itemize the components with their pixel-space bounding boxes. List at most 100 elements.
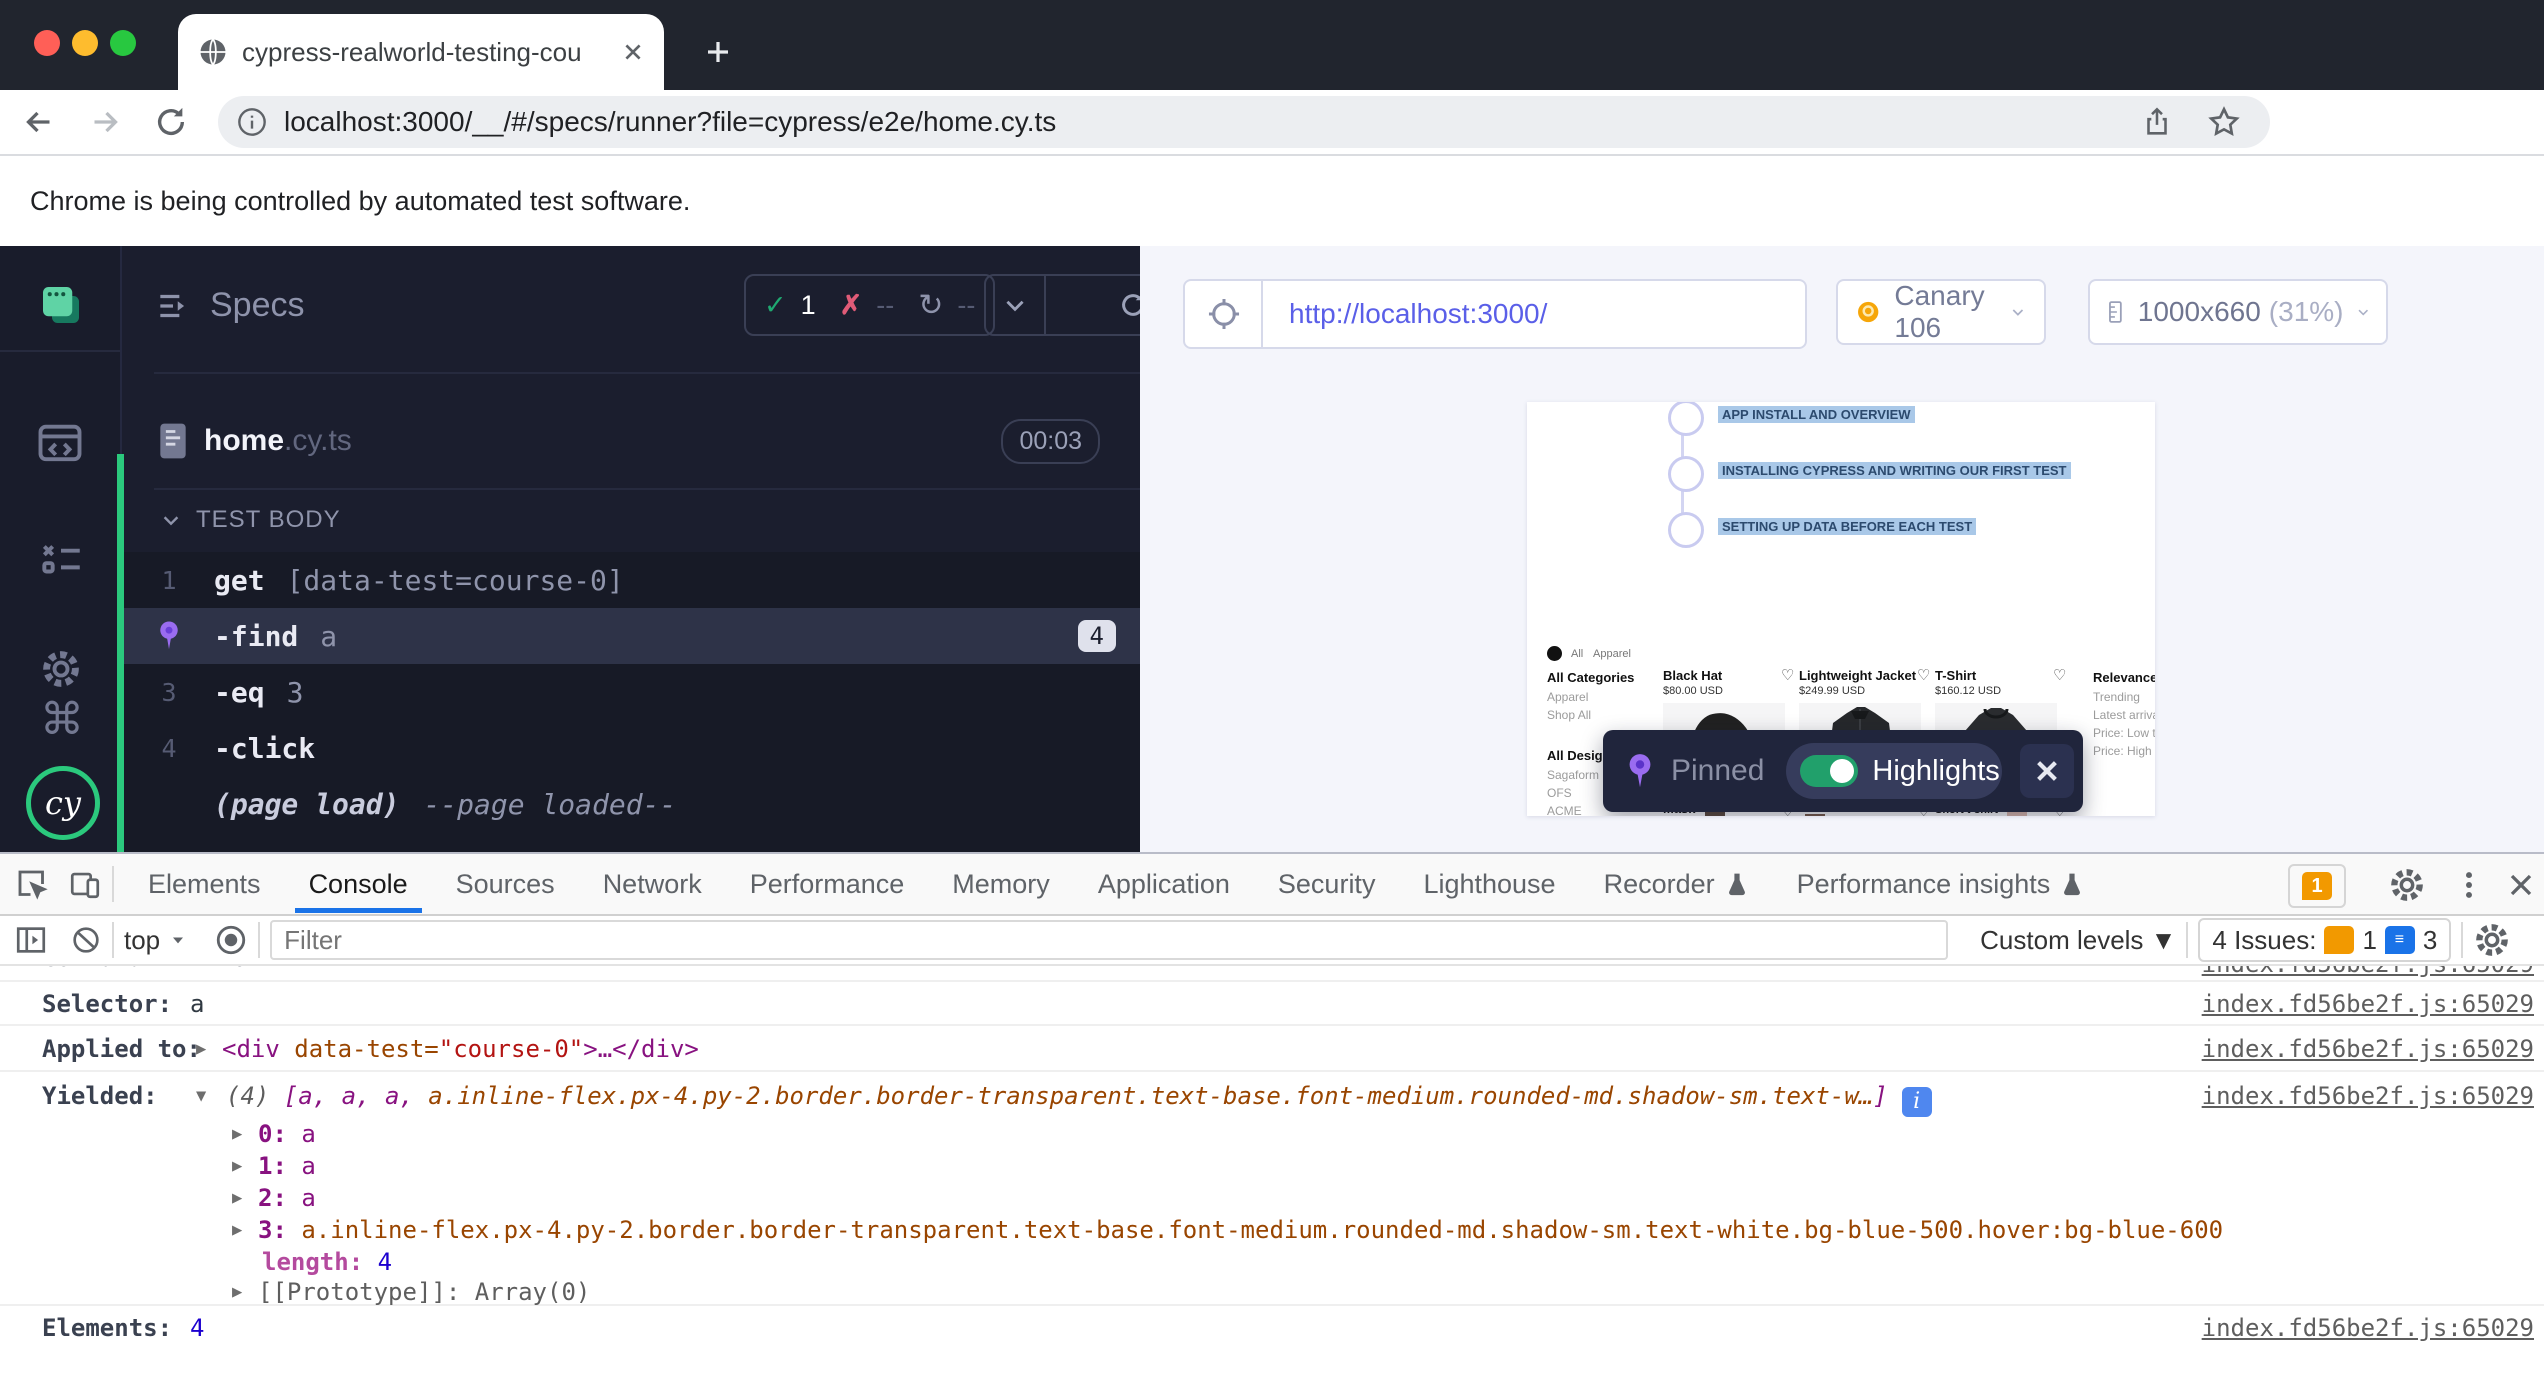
store-nav-all[interactable]: All (1571, 648, 1583, 660)
expand-arrow-icon[interactable]: ▶ (196, 1039, 206, 1059)
console-row-command-clipped[interactable]: Command: find index.fd56be2f.js:65029 (0, 966, 2544, 982)
site-info-icon[interactable] (236, 106, 268, 138)
specs-header[interactable]: Specs (154, 286, 305, 325)
console-settings-gear-icon[interactable] (2473, 921, 2511, 959)
share-icon[interactable] (2140, 105, 2174, 139)
live-expression-eye-icon[interactable] (214, 923, 248, 957)
designer-link[interactable]: OFS (1547, 786, 1572, 800)
devtools-close-icon[interactable] (2506, 870, 2536, 900)
tab-close-icon[interactable] (622, 41, 644, 63)
devtools-settings-gear-icon[interactable] (2388, 866, 2426, 904)
test-list-icon[interactable] (36, 534, 86, 584)
reload-button[interactable] (144, 95, 198, 149)
command-row-get[interactable]: 1 get [data-test=course-0] (124, 552, 1140, 608)
header-divider (154, 372, 1140, 374)
bookmark-star-icon[interactable] (2206, 104, 2242, 140)
viewport-select[interactable]: 1000x660 (31%) (2088, 279, 2388, 345)
tab-sources[interactable]: Sources (432, 855, 579, 913)
lesson-label[interactable]: SETTING UP DATA BEFORE EACH TEST (1718, 518, 1976, 535)
spec-file-row[interactable]: home.cy.ts 00:03 (124, 398, 1140, 484)
back-button[interactable] (12, 95, 66, 149)
wishlist-heart-icon[interactable]: ♡ (1917, 666, 1930, 684)
address-bar[interactable]: localhost:3000/__/#/specs/runner?file=cy… (218, 96, 2270, 148)
warnings-count-badge[interactable]: 1 (2288, 864, 2346, 908)
selector-playground-icon[interactable] (1205, 295, 1243, 333)
command-row-find-pinned[interactable]: -find a 4 (124, 608, 1140, 664)
expand-arrow-icon[interactable]: ▶ (232, 1282, 242, 1302)
category-link[interactable]: Apparel (1547, 690, 1588, 704)
window-minimize-button[interactable] (72, 30, 98, 56)
sort-link[interactable]: Price: High to low (2093, 744, 2155, 758)
collapse-arrow-icon[interactable]: ▼ (196, 1086, 206, 1106)
custom-levels-dropdown[interactable]: Custom levels ▼ (1980, 925, 2176, 956)
source-link[interactable]: index.fd56be2f.js:65029 (2202, 1314, 2534, 1342)
tab-performance-insights[interactable]: Performance insights (1773, 855, 2109, 913)
chevron-down-icon (2356, 301, 2371, 323)
info-icon[interactable]: i (1902, 1087, 1932, 1117)
devtools-menu-kebab-icon[interactable] (2452, 868, 2486, 902)
sort-link[interactable]: Trending (2093, 690, 2140, 704)
designer-link[interactable]: ACME (1547, 804, 1582, 816)
browser-select[interactable]: Canary 106 (1836, 279, 2046, 345)
issues-counter[interactable]: 4 Issues: 1 ≡ 3 (2198, 918, 2451, 962)
expand-arrow-icon[interactable]: ▶ (232, 1124, 242, 1144)
wishlist-heart-icon[interactable]: ♡ (1781, 666, 1794, 684)
context-selector[interactable]: top (124, 925, 160, 956)
lesson-label[interactable]: INSTALLING CYPRESS AND WRITING OUR FIRST… (1718, 462, 2071, 479)
tab-console[interactable]: Console (285, 855, 432, 913)
device-toolbar-icon[interactable] (68, 867, 102, 901)
designer-link[interactable]: Sagaform (1547, 768, 1599, 782)
row-label: Selector: (42, 990, 172, 1018)
console-sidebar-icon[interactable] (14, 923, 48, 957)
clear-console-icon[interactable] (70, 924, 102, 956)
tab-security[interactable]: Security (1254, 855, 1400, 913)
warning-issues-count: 1 (2362, 925, 2376, 956)
window-zoom-button[interactable] (110, 30, 136, 56)
expand-arrow-icon[interactable]: ▶ (232, 1188, 242, 1208)
store-nav-apparel[interactable]: Apparel (1593, 648, 1631, 660)
sort-link[interactable]: Price: Low to high (2093, 726, 2155, 740)
highlights-toggle[interactable] (1800, 755, 1858, 787)
tab-performance[interactable]: Performance (726, 855, 929, 913)
new-tab-button[interactable] (692, 26, 744, 78)
console-filter-input[interactable] (270, 920, 1948, 960)
sort-link[interactable]: Latest arrivals (2093, 708, 2155, 722)
browser-tab[interactable]: cypress-realworld-testing-cou (178, 14, 664, 90)
console-row-selector[interactable]: Selector: a index.fd56be2f.js:65029 (0, 982, 2544, 1026)
highlights-control[interactable]: Highlights (1786, 743, 2002, 799)
source-link[interactable]: index.fd56be2f.js:65029 (2202, 990, 2534, 1018)
tab-lighthouse[interactable]: Lighthouse (1399, 855, 1579, 913)
console-row-elements[interactable]: Elements: 4 index.fd56be2f.js:65029 (0, 1306, 2544, 1348)
tab-application[interactable]: Application (1074, 855, 1254, 913)
collapse-all-button[interactable] (986, 276, 1044, 334)
inspect-element-icon[interactable] (14, 866, 50, 902)
tab-elements[interactable]: Elements (124, 855, 285, 913)
prototype-row: [[Prototype]]: Array(0) (258, 1278, 590, 1306)
tooltip-close-button[interactable] (2020, 744, 2074, 798)
lesson-label[interactable]: APP INSTALL AND OVERVIEW (1718, 406, 1915, 423)
command-row-click[interactable]: 4 -click (124, 720, 1140, 776)
window-close-button[interactable] (34, 30, 60, 56)
test-body-header[interactable]: TEST BODY (160, 506, 341, 534)
cypress-logo[interactable]: cy (26, 766, 100, 840)
command-row-eq[interactable]: 3 -eq 3 (124, 664, 1140, 720)
settings-gear-icon[interactable] (38, 646, 84, 692)
keyboard-shortcuts-icon[interactable]: ⌘ (40, 698, 84, 742)
source-link[interactable]: index.fd56be2f.js:65029 (2202, 1082, 2534, 1110)
tab-network[interactable]: Network (579, 855, 726, 913)
runs-code-window-icon[interactable] (34, 418, 86, 470)
tab-recorder[interactable]: Recorder (1580, 855, 1773, 913)
expand-arrow-icon[interactable]: ▶ (232, 1220, 242, 1240)
wishlist-heart-icon[interactable]: ♡ (2053, 666, 2066, 684)
array-item: 0: a (258, 1120, 316, 1148)
specs-nav-icon[interactable] (34, 278, 88, 332)
console-row-applied-to[interactable]: Applied to: ▶ <div data-test="course-0">… (0, 1026, 2544, 1072)
source-link[interactable]: index.fd56be2f.js:65029 (2202, 966, 2534, 978)
console-row-yielded[interactable]: Yielded: ▼ (4) [a, a, a, a.inline-flex.p… (0, 1072, 2544, 1306)
forward-button[interactable] (78, 95, 132, 149)
expand-arrow-icon[interactable]: ▶ (232, 1156, 242, 1176)
aut-url-bar[interactable]: http://localhost:3000/ (1183, 279, 1807, 349)
source-link[interactable]: index.fd56be2f.js:65029 (2202, 1035, 2534, 1063)
category-link[interactable]: Shop All (1547, 708, 1591, 722)
tab-memory[interactable]: Memory (928, 855, 1074, 913)
